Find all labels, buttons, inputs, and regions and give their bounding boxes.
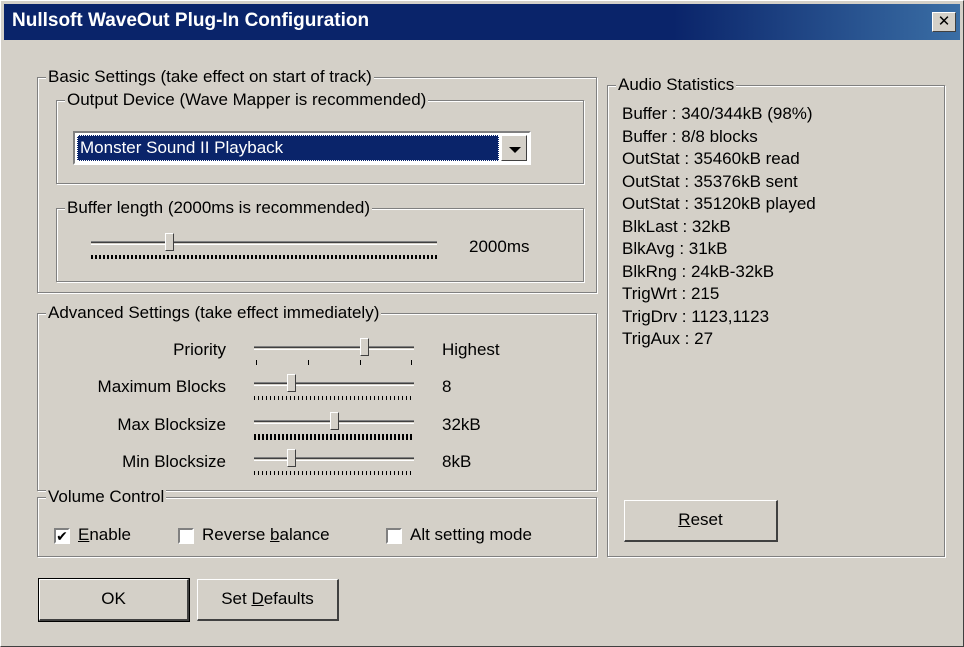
stat-line: OutStat : 35376kB sent: [622, 172, 798, 191]
chevron-down-icon[interactable]: [501, 135, 527, 161]
buffer-length-legend: Buffer length (2000ms is recommended): [65, 197, 373, 219]
reverse-balance-checkbox[interactable]: [178, 528, 194, 544]
advanced-settings-group: Advanced Settings (take effect immediate…: [37, 302, 597, 491]
volume-control-group: Volume Control ✔ Enable Reverse balance …: [37, 486, 597, 557]
priority-value: Highest: [442, 340, 500, 359]
output-device-select[interactable]: Monster Sound II Playback: [73, 131, 531, 165]
ok-button[interactable]: OK: [38, 578, 190, 622]
volume-control-legend: Volume Control: [46, 486, 167, 508]
close-icon: ✕: [937, 13, 951, 30]
enable-label[interactable]: Enable: [78, 525, 131, 545]
min-blocksize-label: Min Blocksize: [122, 452, 226, 471]
reverse-balance-label[interactable]: Reverse balance: [202, 525, 330, 545]
maximum-blocks-label: Maximum Blocks: [97, 377, 226, 396]
config-dialog: Nullsoft WaveOut Plug-In Configuration ✕…: [0, 0, 964, 647]
buffer-length-thumb[interactable]: [165, 233, 174, 251]
alt-setting-mode-checkbox[interactable]: [386, 528, 402, 544]
output-device-group: Output Device (Wave Mapper is recommende…: [56, 89, 584, 184]
output-device-selected: Monster Sound II Playback: [77, 135, 499, 161]
stat-line: BlkAvg : 31kB: [622, 239, 728, 258]
basic-settings-group: Basic Settings (take effect on start of …: [37, 66, 597, 293]
reset-button[interactable]: Reset: [624, 500, 778, 542]
min-blocksize-value: 8kB: [442, 452, 472, 471]
max-blocksize-label: Max Blocksize: [117, 415, 226, 434]
stat-line: TrigWrt : 215: [622, 284, 720, 303]
priority-slider[interactable]: [254, 336, 414, 366]
stat-line: Buffer : 8/8 blocks: [622, 127, 758, 146]
min-blocksize-slider[interactable]: [254, 447, 414, 477]
output-device-legend: Output Device (Wave Mapper is recommende…: [65, 89, 429, 111]
stat-line: Buffer : 340/344kB (98%): [622, 104, 813, 123]
close-button[interactable]: ✕: [932, 12, 956, 32]
maximum-blocks-slider[interactable]: [254, 372, 414, 402]
stat-line: BlkRng : 24kB-32kB: [622, 262, 775, 281]
buffer-length-value: 2000ms: [469, 237, 530, 256]
title-bar[interactable]: Nullsoft WaveOut Plug-In Configuration ✕: [4, 4, 960, 40]
window-title: Nullsoft WaveOut Plug-In Configuration: [12, 10, 370, 31]
maximum-blocks-thumb[interactable]: [287, 374, 296, 392]
max-blocksize-value: 32kB: [442, 415, 481, 434]
audio-statistics-legend: Audio Statistics: [616, 74, 737, 96]
enable-checkbox[interactable]: ✔: [54, 528, 70, 544]
stat-line: TrigDrv : 1123,1123: [622, 307, 770, 326]
priority-label: Priority: [173, 340, 226, 359]
basic-settings-legend: Basic Settings (take effect on start of …: [46, 66, 374, 88]
stat-line: OutStat : 35120kB played: [622, 194, 816, 213]
min-blocksize-thumb[interactable]: [287, 449, 296, 467]
set-defaults-button[interactable]: Set Defaults: [197, 579, 339, 621]
max-blocksize-slider[interactable]: [254, 410, 414, 440]
audio-statistics-group: Audio Statistics Buffer : 340/344kB (98%…: [607, 74, 945, 557]
stat-line: TrigAux : 27: [622, 329, 714, 348]
buffer-length-slider[interactable]: [91, 231, 437, 261]
advanced-settings-legend: Advanced Settings (take effect immediate…: [46, 302, 382, 324]
stat-line: BlkLast : 32kB: [622, 217, 731, 236]
max-blocksize-thumb[interactable]: [330, 412, 339, 430]
stat-line: OutStat : 35460kB read: [622, 149, 800, 168]
priority-thumb[interactable]: [360, 338, 369, 356]
buffer-length-group: Buffer length (2000ms is recommended) 20…: [56, 197, 584, 282]
alt-setting-mode-label[interactable]: Alt setting mode: [410, 525, 532, 545]
maximum-blocks-value: 8: [442, 377, 452, 396]
